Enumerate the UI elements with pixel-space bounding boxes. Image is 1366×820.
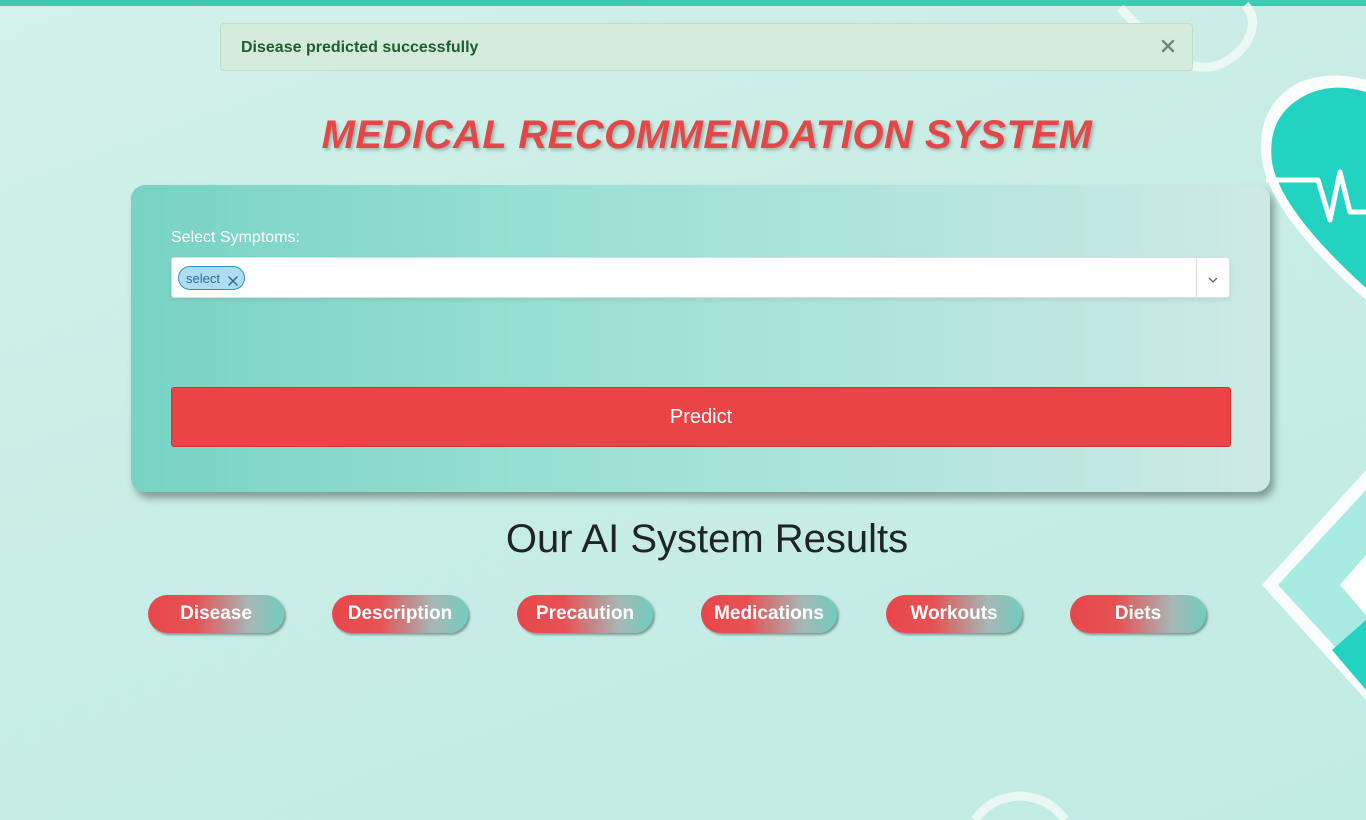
- diets-button[interactable]: Diets: [1070, 595, 1206, 633]
- alert-message: Disease predicted successfully: [241, 39, 479, 56]
- close-icon[interactable]: [1158, 36, 1178, 56]
- precaution-button[interactable]: Precaution: [517, 595, 653, 633]
- disease-button[interactable]: Disease: [148, 595, 284, 633]
- symptom-form-card: Select Symptoms: select Predict: [131, 185, 1270, 492]
- dropdown-toggle[interactable]: [1196, 258, 1229, 297]
- symptom-chip-label: select: [186, 270, 220, 286]
- predict-button[interactable]: Predict: [171, 387, 1231, 447]
- results-title: Our AI System Results: [505, 517, 909, 561]
- symptoms-select[interactable]: select: [171, 257, 1230, 298]
- symptoms-label: Select Symptoms:: [171, 229, 300, 246]
- close-icon[interactable]: [228, 273, 238, 286]
- workouts-button[interactable]: Workouts: [886, 595, 1022, 633]
- top-stripe: [0, 0, 1366, 6]
- symptom-chip: select: [178, 266, 245, 290]
- success-alert: Disease predicted successfully: [220, 23, 1193, 71]
- description-button[interactable]: Description: [332, 595, 468, 633]
- page-title: MEDICAL RECOMMENDATION SYSTEM: [321, 113, 1093, 157]
- chevron-down-icon: [1208, 277, 1218, 283]
- medications-button[interactable]: Medications: [701, 595, 837, 633]
